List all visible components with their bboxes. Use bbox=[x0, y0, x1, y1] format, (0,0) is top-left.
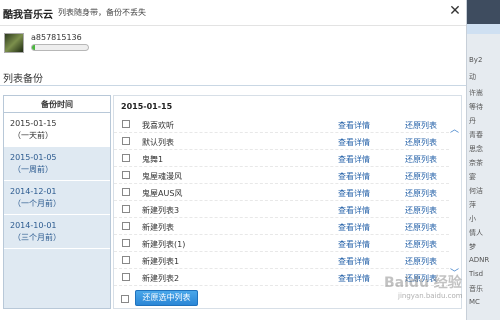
sidebar-item-backup[interactable]: 2015-01-15 （一天前） bbox=[4, 113, 110, 147]
row-checkbox[interactable] bbox=[122, 120, 130, 128]
background-text: ADNR bbox=[469, 256, 490, 264]
sidebar-header: 备份时间 bbox=[4, 96, 110, 113]
list-row: 新建列表1 查看详情 还原列表 bbox=[114, 252, 449, 269]
restore-list-link[interactable]: 还原列表 bbox=[405, 222, 437, 233]
restore-list-link[interactable]: 还原列表 bbox=[405, 154, 437, 165]
list-name: 鬼舞1 bbox=[142, 155, 164, 164]
list-row: 新建列表 查看详情 还原列表 bbox=[114, 218, 449, 235]
list-name: 新建列表(1) bbox=[142, 240, 186, 249]
list-name: 新建列表3 bbox=[142, 206, 180, 215]
username: a857815136 bbox=[31, 33, 82, 42]
row-checkbox[interactable] bbox=[122, 205, 130, 213]
close-button[interactable]: ✕ bbox=[448, 4, 462, 18]
background-header bbox=[467, 24, 500, 34]
list-row: 鬼屋魂漫风 查看详情 还原列表 bbox=[114, 167, 449, 184]
list-row: 鬼舞1 查看详情 还原列表 bbox=[114, 150, 449, 167]
list-name: 新建列表 bbox=[142, 223, 174, 232]
backup-date: 2014-10-01 bbox=[10, 221, 57, 230]
list-row: 我喜欢听 查看详情 还原列表 bbox=[114, 116, 449, 133]
view-details-link[interactable]: 查看详情 bbox=[338, 188, 370, 199]
backup-date-heading: 2015-01-15 bbox=[121, 102, 173, 111]
background-text: 等待 bbox=[469, 103, 483, 111]
view-details-link[interactable]: 查看详情 bbox=[338, 273, 370, 284]
view-details-link[interactable]: 查看详情 bbox=[338, 171, 370, 182]
background-text: 何洁 bbox=[469, 187, 483, 195]
list-row: 新建列表(1) 查看详情 还原列表 bbox=[114, 235, 449, 252]
row-checkbox[interactable] bbox=[122, 256, 130, 264]
view-details-link[interactable]: 查看详情 bbox=[338, 154, 370, 165]
background-text: 宴 bbox=[469, 173, 476, 181]
baidu-watermark: Baidu 经验 bbox=[384, 275, 462, 291]
background-text: Tisd bbox=[469, 270, 484, 278]
background-window-strip: By2 动 许嵩 等待 丹 青春 思念 奈茶 宴 何洁 萍 小 情人 梦 ADN… bbox=[466, 0, 500, 320]
background-text: 丹 bbox=[469, 117, 476, 125]
sidebar-item-backup[interactable]: 2015-01-05 （一周前） bbox=[4, 147, 110, 181]
list-name: 新建列表2 bbox=[142, 274, 180, 283]
view-details-link[interactable]: 查看详情 bbox=[338, 256, 370, 267]
background-text: 音乐 bbox=[469, 285, 483, 293]
backup-date: 2015-01-15 bbox=[10, 119, 57, 128]
avatar[interactable] bbox=[4, 33, 24, 53]
backup-date: 2015-01-05 bbox=[10, 153, 57, 162]
restore-selected-button[interactable]: 还原选中列表 bbox=[135, 290, 198, 306]
background-text: By2 bbox=[469, 56, 483, 64]
row-checkbox[interactable] bbox=[122, 222, 130, 230]
row-checkbox[interactable] bbox=[122, 154, 130, 162]
sidebar-item-backup[interactable]: 2014-10-01 （三个月前） bbox=[4, 215, 110, 249]
list-name: 我喜欢听 bbox=[142, 121, 174, 130]
backup-ago: （三个月前） bbox=[13, 233, 61, 242]
list-name: 新建列表1 bbox=[142, 257, 180, 266]
row-checkbox[interactable] bbox=[122, 137, 130, 145]
select-all-checkbox[interactable] bbox=[121, 295, 129, 303]
restore-list-link[interactable]: 还原列表 bbox=[405, 171, 437, 182]
restore-list-link[interactable]: 还原列表 bbox=[405, 239, 437, 250]
scroll-up-icon[interactable]: ︿ bbox=[450, 122, 459, 135]
row-checkbox[interactable] bbox=[122, 239, 130, 247]
background-text: 青春 bbox=[469, 131, 483, 139]
row-checkbox[interactable] bbox=[122, 273, 130, 281]
background-text: 小 bbox=[469, 215, 476, 223]
watermark-url: jingyan.baidu.com bbox=[398, 292, 463, 300]
backup-ago: （一周前） bbox=[13, 165, 53, 174]
list-row: 默认列表 查看详情 还原列表 bbox=[114, 133, 449, 150]
app-title: 酷我音乐云 bbox=[3, 10, 53, 21]
background-text: 许嵩 bbox=[469, 89, 483, 97]
view-details-link[interactable]: 查看详情 bbox=[338, 222, 370, 233]
backup-time-sidebar: 备份时间 2015-01-15 （一天前） 2015-01-05 （一周前） 201… bbox=[3, 95, 111, 309]
list-name: 鬼屋AUS风 bbox=[142, 189, 183, 198]
progress-fill bbox=[32, 45, 35, 50]
list-name: 默认列表 bbox=[142, 138, 174, 147]
storage-progress-bar bbox=[31, 44, 89, 51]
view-details-link[interactable]: 查看详情 bbox=[338, 205, 370, 216]
restore-list-link[interactable]: 还原列表 bbox=[405, 205, 437, 216]
restore-list-link[interactable]: 还原列表 bbox=[405, 256, 437, 267]
background-text: 思念 bbox=[469, 145, 483, 153]
title-bar: 酷我音乐云 列表随身带，备份不丢失 ✕ bbox=[0, 0, 466, 26]
kuwo-music-cloud-window: 酷我音乐云 列表随身带，备份不丢失 ✕ a857815136 列表备份 备份时间… bbox=[0, 0, 500, 320]
tab-bar: 列表备份 bbox=[0, 62, 466, 90]
list-row: 鬼屋AUS风 查看详情 还原列表 bbox=[114, 184, 449, 201]
background-text: 动 bbox=[469, 73, 476, 81]
restore-list-link[interactable]: 还原列表 bbox=[405, 137, 437, 148]
background-text: 萍 bbox=[469, 201, 476, 209]
backup-ago: （一天前） bbox=[13, 131, 53, 140]
list-name: 鬼屋魂漫风 bbox=[142, 172, 182, 181]
background-text: 情人 bbox=[469, 229, 483, 237]
sidebar-item-backup[interactable]: 2014-12-01 （一个月前） bbox=[4, 181, 110, 215]
background-text: 梦 bbox=[469, 243, 476, 251]
restore-list-link[interactable]: 还原列表 bbox=[405, 120, 437, 131]
row-checkbox[interactable] bbox=[122, 188, 130, 196]
view-details-link[interactable]: 查看详情 bbox=[338, 120, 370, 131]
view-details-link[interactable]: 查看详情 bbox=[338, 239, 370, 250]
backup-ago: （一个月前） bbox=[13, 199, 61, 208]
background-toolbar bbox=[467, 0, 500, 24]
background-text: MC bbox=[469, 298, 480, 306]
background-text: 奈茶 bbox=[469, 159, 483, 167]
view-details-link[interactable]: 查看详情 bbox=[338, 137, 370, 148]
row-checkbox[interactable] bbox=[122, 171, 130, 179]
list-row: 新建列表3 查看详情 还原列表 bbox=[114, 201, 449, 218]
app-slogan: 列表随身带，备份不丢失 bbox=[58, 8, 146, 17]
backup-date: 2014-12-01 bbox=[10, 187, 57, 196]
restore-list-link[interactable]: 还原列表 bbox=[405, 188, 437, 199]
